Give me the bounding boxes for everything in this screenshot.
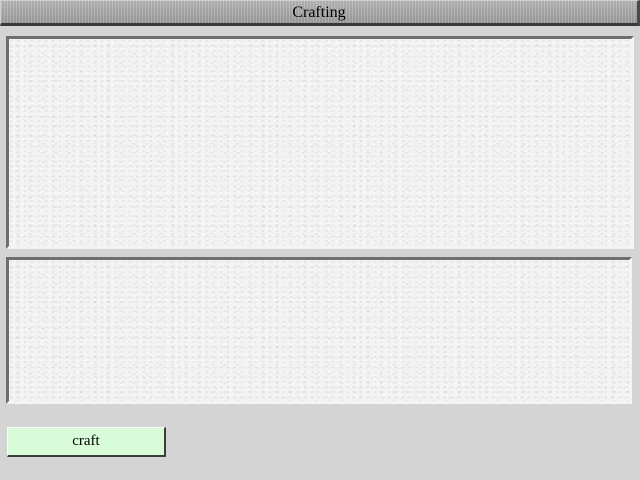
craft-button[interactable]: craft — [7, 427, 166, 457]
title-bar: Crafting — [0, 0, 640, 26]
crafting-grid-panel[interactable] — [6, 36, 634, 249]
window-title: Crafting — [292, 3, 346, 21]
crafting-result-panel[interactable] — [6, 257, 632, 404]
